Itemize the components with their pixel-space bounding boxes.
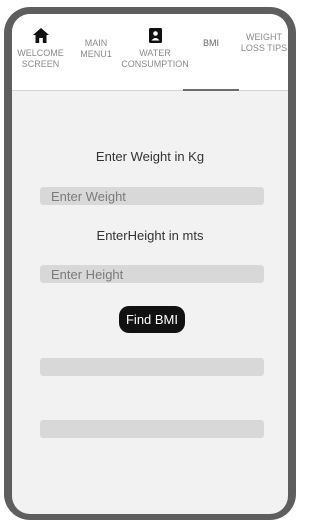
- tab-label: MAIN MENU1: [80, 38, 112, 59]
- bmi-result-field: [40, 358, 264, 376]
- app-screen: WELCOME SCREEN MAIN MENU1 WATER CONSUMPT…: [12, 14, 288, 514]
- phone-frame: WELCOME SCREEN MAIN MENU1 WATER CONSUMPT…: [4, 7, 296, 520]
- height-input[interactable]: [40, 265, 264, 283]
- tab-welcome-screen[interactable]: WELCOME SCREEN: [12, 14, 69, 91]
- height-prompt: EnterHeight in mts: [96, 228, 204, 243]
- tab-label: WEIGHT LOSS TIPS: [240, 32, 288, 53]
- tab-bmi[interactable]: BMI: [183, 14, 239, 91]
- tab-label: BMI: [202, 38, 219, 48]
- tab-bar: WELCOME SCREEN MAIN MENU1 WATER CONSUMPT…: [12, 14, 288, 91]
- weight-input[interactable]: [40, 187, 264, 205]
- tab-main-menu1[interactable]: MAIN MENU1: [69, 14, 123, 91]
- bmi-content: Enter Weight in Kg EnterHeight in mts Fi…: [12, 91, 288, 514]
- tab-label: WELCOME SCREEN: [17, 48, 64, 69]
- home-icon: [32, 26, 50, 44]
- find-bmi-button[interactable]: Find BMI: [119, 306, 185, 333]
- bmi-category-field: [40, 420, 264, 438]
- tab-label: WATER CONSUMPTION: [121, 48, 189, 69]
- contact-card-icon: [146, 26, 164, 44]
- tab-weight-loss-tips[interactable]: WEIGHT LOSS TIPS: [240, 14, 288, 91]
- tab-water-consumption[interactable]: WATER CONSUMPTION: [120, 14, 190, 91]
- weight-prompt: Enter Weight in Kg: [95, 149, 205, 164]
